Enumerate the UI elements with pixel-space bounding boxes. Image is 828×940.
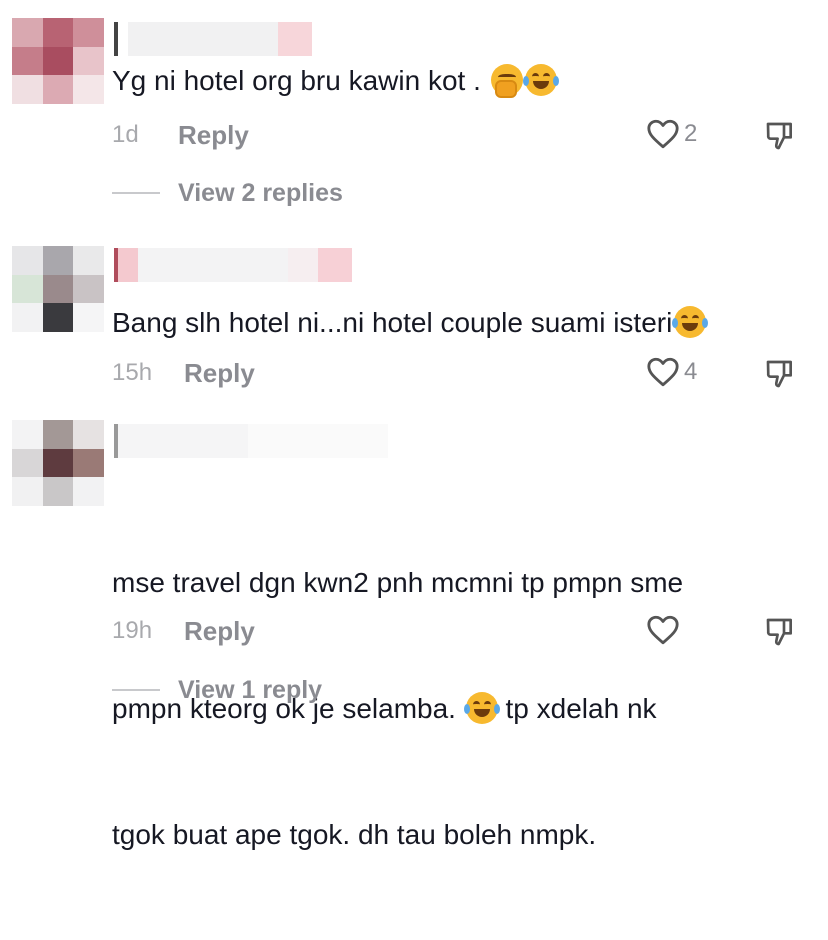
heart-outline-icon [647, 119, 679, 149]
thumbs-down-outline-icon[interactable] [764, 120, 796, 152]
like-count: 2 [684, 120, 698, 147]
view-replies-button[interactable]: View 1 reply [112, 675, 322, 705]
avatar[interactable] [12, 420, 104, 506]
comment-text: Bang slh hotel ni...ni hotel couple suam… [112, 302, 792, 344]
thumbs-down-outline-icon[interactable] [764, 616, 796, 648]
comment-text: Yg ni hotel org bru kawin kot . [112, 60, 792, 102]
reply-button[interactable]: Reply [184, 358, 255, 389]
divider [112, 689, 160, 691]
comment-text: mse travel dgn kwn2 pnh mcmni tp pmpn sm… [112, 478, 792, 940]
divider [112, 192, 160, 194]
comment-time: 1d [112, 121, 139, 148]
face-with-hand-over-mouth-icon [490, 64, 523, 98]
like-button[interactable] [646, 614, 684, 646]
like-button[interactable]: 4 [646, 356, 697, 388]
reply-button[interactable]: Reply [184, 616, 255, 647]
username-blurred[interactable] [114, 22, 312, 56]
view-replies-button[interactable]: View 2 replies [112, 178, 343, 208]
reply-button[interactable]: Reply [178, 120, 249, 151]
heart-outline-icon [647, 357, 679, 387]
comment-line: tgok buat ape tgok. dh tau boleh nmpk. [112, 819, 597, 850]
comment-line: mse travel dgn kwn2 pnh mcmni tp pmpn sm… [112, 567, 684, 598]
comment-time: 15h [112, 359, 153, 386]
face-with-tears-of-joy-icon [522, 64, 559, 96]
thumbs-down-outline-icon[interactable] [764, 358, 796, 390]
heart-outline-icon [647, 615, 679, 645]
username-blurred[interactable] [114, 424, 388, 458]
avatar[interactable] [12, 246, 104, 332]
face-with-tears-of-joy-icon [672, 306, 709, 338]
like-button[interactable]: 2 [646, 118, 697, 150]
face-with-tears-of-joy-icon [463, 692, 500, 724]
username-blurred[interactable] [114, 248, 352, 282]
avatar[interactable] [12, 18, 104, 104]
like-count: 4 [684, 358, 698, 385]
comment-time: 19h [112, 617, 153, 644]
